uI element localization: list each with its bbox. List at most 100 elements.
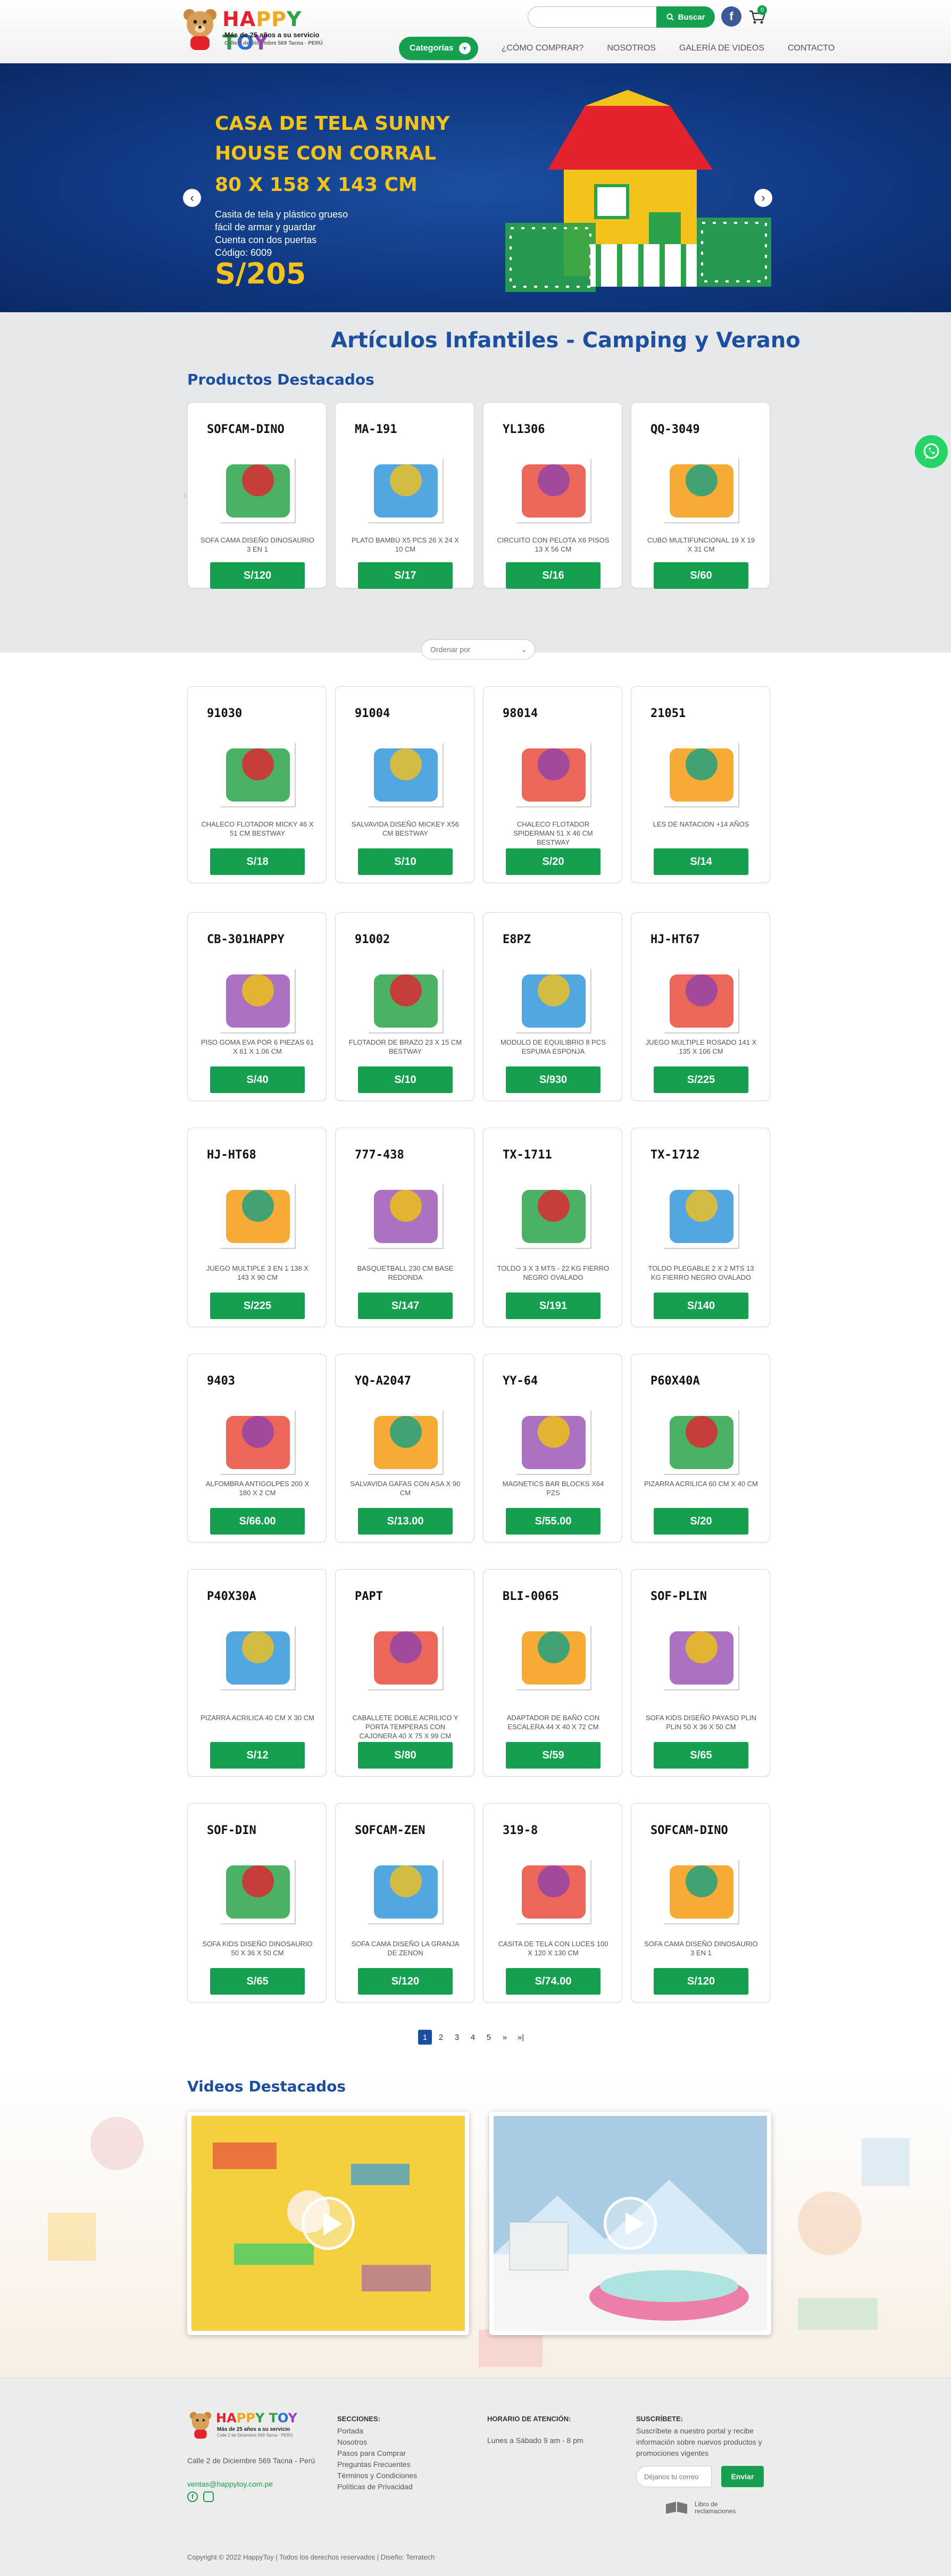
nav-video-gallery[interactable]: GALERÍA DE VIDEOS xyxy=(679,44,764,53)
price-button[interactable]: S/55.00 xyxy=(506,1508,600,1535)
product-card[interactable]: HJ-HT67 JUEGO MULTIPLE ROSADO 141 X 135 X… xyxy=(631,912,770,1101)
price-button[interactable]: S/120 xyxy=(654,1968,748,1995)
price-button[interactable]: S/120 xyxy=(210,562,305,589)
product-card[interactable]: P40X30A PIZARRA ACRILICA 40 CM X 30 CM S/1… xyxy=(187,1569,327,1777)
footer-link-terms[interactable]: Términos y Condiciones xyxy=(337,2470,417,2481)
facebook-icon[interactable]: f xyxy=(721,6,741,27)
price-button[interactable]: S/20 xyxy=(654,1508,748,1535)
page-next[interactable]: » xyxy=(498,2030,512,2045)
price-button[interactable]: S/16 xyxy=(506,562,600,589)
search-icon xyxy=(666,13,674,21)
page-3[interactable]: 3 xyxy=(450,2030,464,2045)
product-card[interactable]: 91004 SALVAVIDA DISEÑO MICKEY X56 CM BEST… xyxy=(335,686,474,883)
price-button[interactable]: S/17 xyxy=(358,562,453,589)
price-button[interactable]: S/12 xyxy=(210,1742,305,1769)
product-card[interactable]: 21051 LES DE NATACION +14 AÑOS S/14 xyxy=(631,686,770,883)
youtube-icon[interactable] xyxy=(203,2491,214,2502)
price-button[interactable]: S/65 xyxy=(654,1742,748,1769)
hero-banner[interactable]: CASA DE TELA SUNNY HOUSE CON CORRAL 80 X… xyxy=(0,63,951,312)
product-card[interactable]: SOF-PLIN SOFA KIDS DISEÑO PAYASO PLIN PLI… xyxy=(631,1569,770,1777)
price-button[interactable]: S/18 xyxy=(210,848,305,875)
site-logo[interactable]: HAPPY TOY Más de 25 años a su servicio C… xyxy=(180,5,329,54)
footer-link-about[interactable]: Nosotros xyxy=(337,2437,417,2448)
price-button[interactable]: S/65 xyxy=(210,1968,305,1995)
price-button[interactable]: S/74.00 xyxy=(506,1968,600,1995)
price-button[interactable]: S/140 xyxy=(654,1293,748,1319)
featured-card[interactable]: MA-191 PLATO BAMBU X5 PCS 26 X 24 X 10 CM… xyxy=(335,402,474,589)
price-button[interactable]: S/120 xyxy=(358,1968,453,1995)
footer-email[interactable]: ventas@happytoy.com.pe xyxy=(187,2479,273,2490)
product-card[interactable]: TX-1711 TOLDO 3 X 3 MTS - 22 KG FIERRO NE… xyxy=(483,1128,622,1327)
product-card[interactable]: HJ-HT68 JUEGO MULTIPLE 3 EN 1 138 X 143 X… xyxy=(187,1128,327,1327)
footer-hours-title: HORARIO DE ATENCIÓN: xyxy=(487,2415,571,2423)
price-button[interactable]: S/20 xyxy=(506,848,600,875)
product-card[interactable]: YY-64 MAGNETICS BAR BLOCKS X64 PZS S/55.00 xyxy=(483,1354,622,1543)
price-button[interactable]: S/225 xyxy=(654,1066,748,1093)
product-card[interactable]: PAPT CABALLETE DOBLE ACRILICO Y PORTA TEM… xyxy=(335,1569,474,1777)
product-card[interactable]: SOFCAM-DINO SOFA CAMA DISEÑO DINOSAURIO 3… xyxy=(631,1803,770,2003)
nav-about[interactable]: NOSOTROS xyxy=(607,44,656,53)
sort-select[interactable]: Ordenar por ⌄ xyxy=(421,639,535,660)
price-button[interactable]: S/14 xyxy=(654,848,748,875)
footer-link-privacy[interactable]: Políticas de Privacidad xyxy=(337,2481,417,2492)
product-card[interactable]: CB-301HAPPY PISO GOMA EVA POR 6 PIEZAS 61… xyxy=(187,912,327,1101)
price-button[interactable]: S/930 xyxy=(506,1066,600,1093)
footer-logo[interactable]: HAPPY TOY Más de 25 años a su servicio C… xyxy=(187,2410,310,2441)
featured-section: Artículos Infantiles - Camping y Verano … xyxy=(0,312,951,653)
product-card[interactable]: 777-438 BASQUETBALL 230 CM BASE REDONDA S/… xyxy=(335,1128,474,1327)
hero-prev-icon[interactable]: ‹ xyxy=(183,189,201,207)
footer-link-home[interactable]: Portada xyxy=(337,2425,417,2437)
footer-link-steps[interactable]: Pasos para Comprar xyxy=(337,2448,417,2459)
page-4[interactable]: 4 xyxy=(466,2030,480,2045)
price-button[interactable]: S/60 xyxy=(654,562,748,589)
product-card[interactable]: 98014 CHALECO FLOTADOR SPIDERMAN 51 X 46 … xyxy=(483,686,622,883)
price-button[interactable]: S/66.00 xyxy=(210,1508,305,1535)
categories-button[interactable]: Categorías ▾ xyxy=(399,37,478,60)
video-player-2[interactable] xyxy=(489,2112,771,2335)
videos-section: Videos Destacados xyxy=(0,2064,951,2378)
product-card[interactable]: BLI-0065 ADAPTADOR DE BAÑO CON ESCALERA 4… xyxy=(483,1569,622,1777)
price-button[interactable]: S/10 xyxy=(358,848,453,875)
featured-prev-icon[interactable]: ‹ xyxy=(183,488,187,503)
product-card[interactable]: TX-1712 TOLDO PLEGABLE 2 X 2 MTS 13 KG FI… xyxy=(631,1128,770,1327)
whatsapp-icon[interactable] xyxy=(915,435,948,468)
price-button[interactable]: S/40 xyxy=(210,1066,305,1093)
search-button[interactable]: Buscar xyxy=(656,6,715,28)
nav-contact[interactable]: CONTACTO xyxy=(788,44,835,53)
page-1[interactable]: 1 xyxy=(418,2030,432,2045)
page-last[interactable]: »| xyxy=(514,2030,528,2045)
product-name: SOFA CAMA DISEÑO DINOSAURIO 3 EN 1 xyxy=(644,1940,758,1957)
price-button[interactable]: S/10 xyxy=(358,1066,453,1093)
play-icon[interactable] xyxy=(604,2197,657,2250)
subscribe-email-input[interactable] xyxy=(636,2466,712,2487)
price-button[interactable]: S/191 xyxy=(506,1293,600,1319)
facebook-icon[interactable]: f xyxy=(187,2491,198,2502)
play-icon[interactable] xyxy=(302,2197,355,2250)
product-card[interactable]: 91030 CHALECO FLOTADOR MICKY 46 X 51 CM B… xyxy=(187,686,327,883)
product-card[interactable]: 9403 ALFOMBRA ANTIGOLPES 200 X 180 X 2 CM… xyxy=(187,1354,327,1543)
price-button[interactable]: S/59 xyxy=(506,1742,600,1769)
featured-card[interactable]: SOFCAM-DINO SOFA CAMA DISEÑO DINOSAURIO 3… xyxy=(187,402,327,589)
product-card[interactable]: YQ-A2047 SALVAVIDA GAFAS CON ASA X 90 CM S… xyxy=(335,1354,474,1543)
price-button[interactable]: S/225 xyxy=(210,1293,305,1319)
product-card[interactable]: 319-8 CASITA DE TELA CON LUCES 100 X 120 … xyxy=(483,1803,622,2003)
complaints-book-link[interactable]: Libro de reclamaciones xyxy=(665,2500,750,2521)
featured-card[interactable]: YL1306 CIRCUITO CON PELOTA X6 PISOS 13 X … xyxy=(483,402,622,589)
featured-card[interactable]: QQ-3049 CUBO MULTIFUNCIONAL 19 X 19 X 31 … xyxy=(631,402,770,589)
price-button[interactable]: S/147 xyxy=(358,1293,453,1319)
product-card[interactable]: P60X40A PIZARRA ACRILICA 60 CM X 40 CM S/2… xyxy=(631,1354,770,1543)
video-player-1[interactable] xyxy=(187,2112,469,2335)
product-code: HJ-HT67 xyxy=(650,933,700,946)
product-card[interactable]: 91002 FLOTADOR DE BRAZO 23 X 15 CM BESTWA… xyxy=(335,912,474,1101)
price-button[interactable]: S/80 xyxy=(358,1742,453,1769)
nav-how-to-buy[interactable]: ¿CÓMO COMPRAR? xyxy=(502,44,584,53)
page-5[interactable]: 5 xyxy=(482,2030,496,2045)
page-2[interactable]: 2 xyxy=(434,2030,448,2045)
footer-link-faq[interactable]: Preguntas Frecuentes xyxy=(337,2459,417,2470)
price-button[interactable]: S/13.00 xyxy=(358,1508,453,1535)
subscribe-button[interactable]: Enviar xyxy=(721,2466,764,2487)
product-card[interactable]: E8PZ MODULO DE EQUILIBRIO 8 PCS ESPUMA ES… xyxy=(483,912,622,1101)
product-card[interactable]: SOFCAM-ZEN SOFA CAMA DISEÑO LA GRANJA DE … xyxy=(335,1803,474,2003)
search-input[interactable] xyxy=(528,6,657,28)
product-card[interactable]: SOF-DIN SOFA KIDS DISEÑO DINOSAURIO 50 X … xyxy=(187,1803,327,2003)
